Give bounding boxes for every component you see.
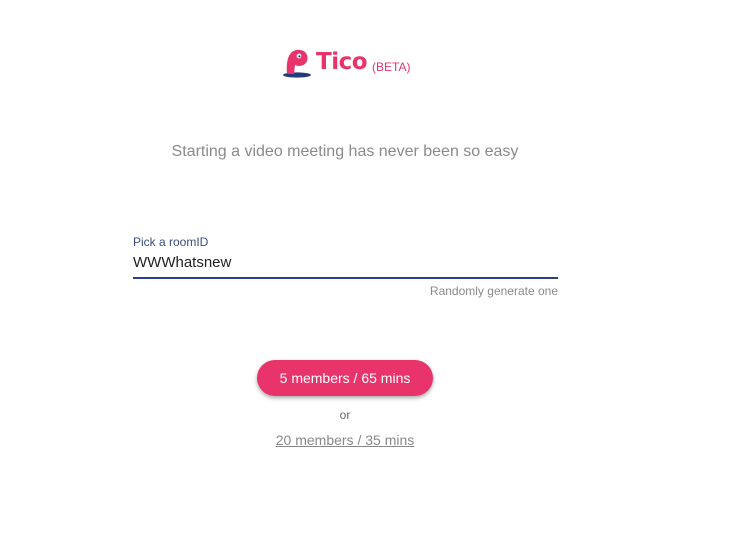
brand-name: Tico [316,49,368,75]
room-id-field: Pick a roomID [133,235,558,279]
tagline: Starting a video meeting has never been … [171,143,519,160]
alt-option-container: 20 members / 35 mins [0,432,690,448]
room-id-input[interactable] [133,254,558,279]
brand-logo: Tico (BETA) [282,44,410,78]
alt-meeting-option-link[interactable]: 20 members / 35 mins [276,432,415,448]
or-separator: or [339,408,351,422]
beta-badge: (BETA) [372,60,411,74]
start-meeting-button[interactable]: 5 members / 65 mins [257,360,433,396]
random-generate-link[interactable]: Randomly generate one [430,284,558,298]
bird-logo-icon [283,49,311,78]
room-id-label: Pick a roomID [133,235,209,249]
